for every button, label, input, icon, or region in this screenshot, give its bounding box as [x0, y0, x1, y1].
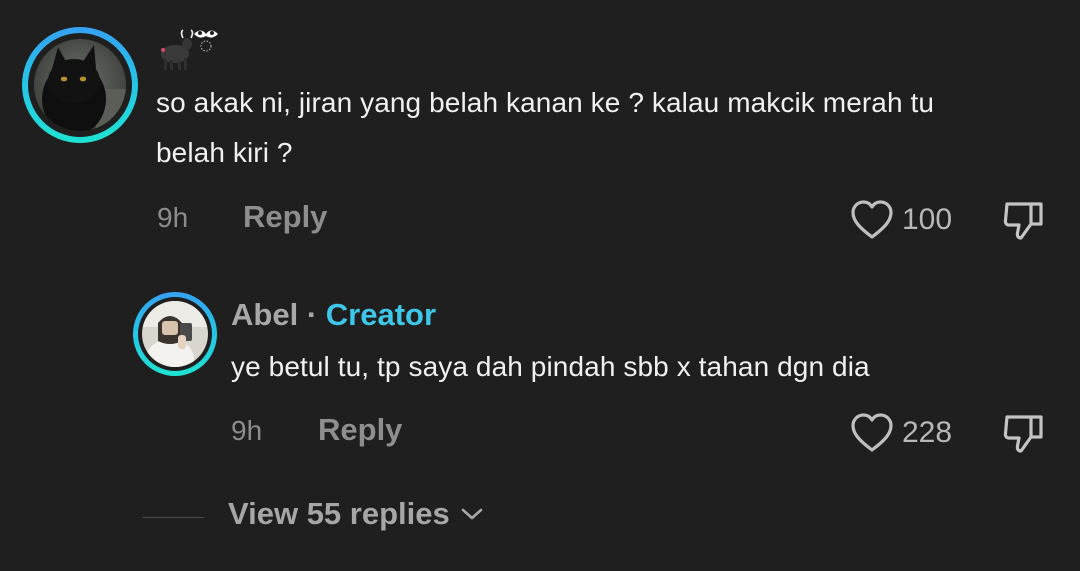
commenter-avatar[interactable]: [22, 27, 138, 143]
creator-badge: Creator: [325, 297, 437, 332]
heart-icon: [851, 413, 893, 452]
reply-like-count: 228: [902, 416, 953, 449]
person-photo-avatar-image: [142, 301, 208, 367]
commenter-username[interactable]: [156, 24, 220, 72]
comment-text-line-1: so akak ni, jiran yang belah kanan ke ? …: [156, 87, 935, 118]
like-button[interactable]: 100: [850, 199, 952, 241]
replies-divider: [142, 517, 204, 518]
comment-timestamp: 9h: [157, 202, 189, 233]
dislike-icon[interactable]: [1001, 198, 1047, 242]
view-replies-button[interactable]: View 55 replies: [228, 496, 484, 532]
heart-icon: [851, 200, 893, 239]
chevron-down-icon: [461, 508, 483, 520]
reply-timestamp: 9h: [231, 415, 263, 446]
reply-button[interactable]: Reply: [243, 199, 327, 235]
reply-like-button[interactable]: 228: [850, 412, 952, 454]
reply-author-avatar[interactable]: [133, 292, 217, 376]
reply-author-name[interactable]: Abel: [231, 297, 298, 332]
reply-text: ye betul tu, tp saya dah pindah sbb x ta…: [231, 351, 870, 382]
mask-emoji-icon: [194, 30, 218, 52]
comment-text-line-2: belah kiri ?: [156, 137, 293, 168]
reply-reply-button[interactable]: Reply: [318, 412, 402, 448]
reply-author-line: Abel · Creator: [231, 297, 436, 333]
author-separator: ·: [306, 297, 318, 332]
view-replies-label: View 55 replies: [228, 496, 450, 531]
bull-emoji-icon: [161, 29, 194, 70]
like-count: 100: [902, 203, 953, 236]
black-cat-avatar-image: [34, 39, 126, 131]
dislike-icon[interactable]: [1001, 411, 1047, 455]
